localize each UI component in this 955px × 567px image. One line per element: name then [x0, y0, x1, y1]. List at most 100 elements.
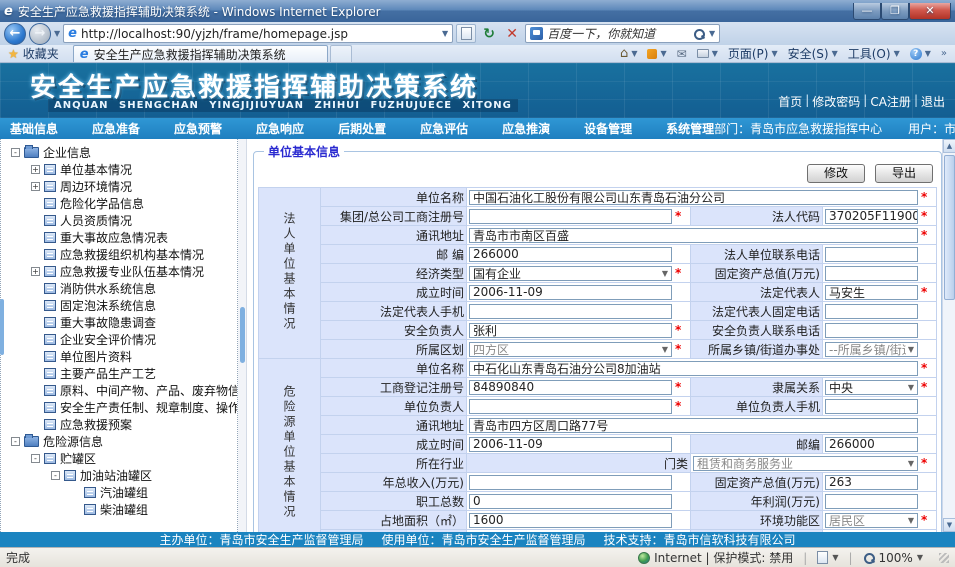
field-input[interactable]: 0 — [469, 494, 672, 509]
nav-item-5[interactable]: 应急评估 — [420, 120, 468, 137]
back-button[interactable]: ← — [4, 23, 26, 45]
search-dropdown-icon[interactable]: ▼ — [709, 29, 715, 38]
tree-item-label[interactable]: 应急救援专业队伍基本情况 — [60, 263, 204, 280]
field-select[interactable]: 居民区▼ — [825, 513, 918, 528]
field-input[interactable]: 1600 — [469, 513, 672, 528]
tab-title[interactable]: 安全生产应急救援指挥辅助决策系统 — [94, 46, 286, 63]
tree-item[interactable]: 原料、中间产物、产品、废弃物信息 — [5, 382, 237, 399]
tree-item-label[interactable]: 人员资质情况 — [60, 212, 132, 229]
compatibility-view-button[interactable] — [456, 24, 476, 43]
modify-button[interactable]: 修改 — [807, 164, 865, 183]
nav-item-6[interactable]: 应急推演 — [502, 120, 550, 137]
tree-item[interactable]: - 贮罐区 — [5, 450, 237, 467]
minimize-button[interactable]: — — [853, 3, 881, 20]
field-input[interactable]: 266000 — [825, 437, 918, 452]
content-scrollbar[interactable]: ▲ ▼ — [942, 139, 955, 532]
help-button[interactable]: ?▼ — [906, 46, 935, 62]
header-link-2[interactable]: CA注册 — [870, 93, 911, 110]
tree-item-label[interactable]: 安全生产责任制、规章制度、操作规程信息 — [60, 399, 238, 416]
close-button[interactable]: ✕ — [909, 3, 951, 20]
resize-grip[interactable] — [939, 553, 949, 563]
tree-item-label[interactable]: 固定泡沫系统信息 — [60, 297, 156, 314]
tree-item[interactable]: 主要产品生产工艺 — [5, 365, 237, 382]
expand-icon[interactable]: + — [31, 267, 40, 276]
export-button[interactable]: 导出 — [875, 164, 933, 183]
address-url[interactable]: http://localhost:90/yjzh/frame/homepage.… — [81, 27, 438, 41]
tree-item-label[interactable]: 柴油罐组 — [100, 501, 148, 518]
forward-button[interactable]: → — [29, 23, 51, 45]
history-dropdown-icon[interactable]: ▼ — [54, 29, 60, 38]
header-link-3[interactable]: 退出 — [921, 93, 945, 110]
tree-item[interactable]: 重大事故应急情况表 — [5, 229, 237, 246]
favorites-label[interactable]: 收藏夹 — [23, 45, 59, 62]
nav-item-3[interactable]: 应急响应 — [256, 120, 304, 137]
search-icon[interactable] — [693, 28, 705, 40]
expand-icon[interactable]: + — [31, 182, 40, 191]
tree-item[interactable]: 企业安全评价情况 — [5, 331, 237, 348]
tree-item[interactable]: 固定泡沫系统信息 — [5, 297, 237, 314]
field-input[interactable] — [825, 247, 918, 262]
header-link-0[interactable]: 首页 — [778, 93, 802, 110]
tree-item-label[interactable]: 应急救援预案 — [60, 416, 132, 433]
frame-collapse-handle[interactable] — [240, 307, 245, 363]
tree-item-label[interactable]: 企业信息 — [43, 144, 91, 161]
field-input[interactable] — [469, 209, 672, 224]
field-input[interactable]: 张利 — [469, 323, 672, 338]
maximize-button[interactable]: ❐ — [881, 3, 909, 20]
compatibility-status-button[interactable]: ▼ — [817, 551, 838, 564]
tree-item[interactable]: 重大事故隐患调查 — [5, 314, 237, 331]
home-button[interactable]: ⌂▼ — [616, 46, 641, 62]
field-input[interactable] — [469, 304, 672, 319]
tree-item-label[interactable]: 主要产品生产工艺 — [60, 365, 156, 382]
tree-item[interactable]: 危险化学品信息 — [5, 195, 237, 212]
tree-item[interactable]: 柴油罐组 — [5, 501, 237, 518]
field-select[interactable]: 四方区▼ — [469, 342, 672, 357]
collapse-icon[interactable]: - — [51, 471, 60, 480]
tree-item[interactable]: 消防供水系统信息 — [5, 280, 237, 297]
tree-item-label[interactable]: 加油站油罐区 — [80, 467, 152, 484]
tree-item-label[interactable]: 应急救援组织机构基本情况 — [60, 246, 204, 263]
tree-item-label[interactable]: 重大事故应急情况表 — [60, 229, 168, 246]
field-input[interactable]: 370205F119008 — [825, 209, 918, 224]
field-select[interactable]: 租赁和商务服务业▼ — [693, 456, 918, 471]
tree-item[interactable]: 单位图片资料 — [5, 348, 237, 365]
scroll-down-button[interactable]: ▼ — [943, 518, 955, 532]
field-input[interactable] — [825, 304, 918, 319]
collapse-icon[interactable]: - — [31, 454, 40, 463]
nav-item-7[interactable]: 设备管理 — [584, 120, 632, 137]
search-text[interactable]: 百度一下，你就知道 — [547, 25, 689, 42]
field-input[interactable]: 中国石油化工股份有限公司山东青岛石油分公司 — [469, 190, 918, 205]
tree-item[interactable]: +单位基本情况 — [5, 161, 237, 178]
field-input[interactable]: 266000 — [469, 247, 672, 262]
favorites-button[interactable]: ★ 收藏夹 — [0, 45, 67, 62]
frame-collapse-handle-left[interactable] — [0, 299, 4, 355]
new-tab-stub[interactable] — [330, 45, 352, 62]
zoom-control[interactable]: 100% ▼ — [863, 551, 923, 565]
field-select[interactable]: 国有企业▼ — [469, 266, 672, 281]
address-bar[interactable]: e http://localhost:90/yjzh/frame/homepag… — [63, 24, 453, 43]
tree-item-label[interactable]: 企业安全评价情况 — [60, 331, 156, 348]
tree-item[interactable]: 安全生产责任制、规章制度、操作规程信息 — [5, 399, 237, 416]
feeds-button[interactable]: ▼ — [643, 46, 670, 62]
tree-item-label[interactable]: 危险源信息 — [43, 433, 103, 450]
tree-item-label[interactable]: 贮罐区 — [60, 450, 96, 467]
stop-button[interactable]: ✕ — [502, 24, 522, 43]
tree-item[interactable]: -企业信息 — [5, 144, 237, 161]
safety-menu[interactable]: 安全(S)▼ — [784, 46, 842, 62]
tree-item[interactable]: 应急救援组织机构基本情况 — [5, 246, 237, 263]
tree-item[interactable]: + 周边环境情况 — [5, 178, 237, 195]
scroll-thumb[interactable] — [944, 155, 955, 300]
browser-tab[interactable]: e 安全生产应急救援指挥辅助决策系统 — [73, 45, 328, 62]
field-input[interactable]: 马安生 — [825, 285, 918, 300]
nav-item-1[interactable]: 应急准备 — [92, 120, 140, 137]
tree-item-label[interactable]: 消防供水系统信息 — [60, 280, 156, 297]
print-button[interactable]: ▼ — [693, 46, 722, 62]
nav-item-4[interactable]: 后期处置 — [338, 120, 386, 137]
address-dropdown-icon[interactable]: ▼ — [442, 29, 448, 38]
more-chevron[interactable]: » — [937, 46, 951, 62]
expand-icon[interactable]: + — [31, 165, 40, 174]
tree-item[interactable]: + 应急救援专业队伍基本情况 — [5, 263, 237, 280]
tree-item-label[interactable]: 原料、中间产物、产品、废弃物信息 — [60, 382, 238, 399]
nav-item-2[interactable]: 应急预警 — [174, 120, 222, 137]
tree-item-label[interactable]: 周边环境情况 — [60, 178, 132, 195]
